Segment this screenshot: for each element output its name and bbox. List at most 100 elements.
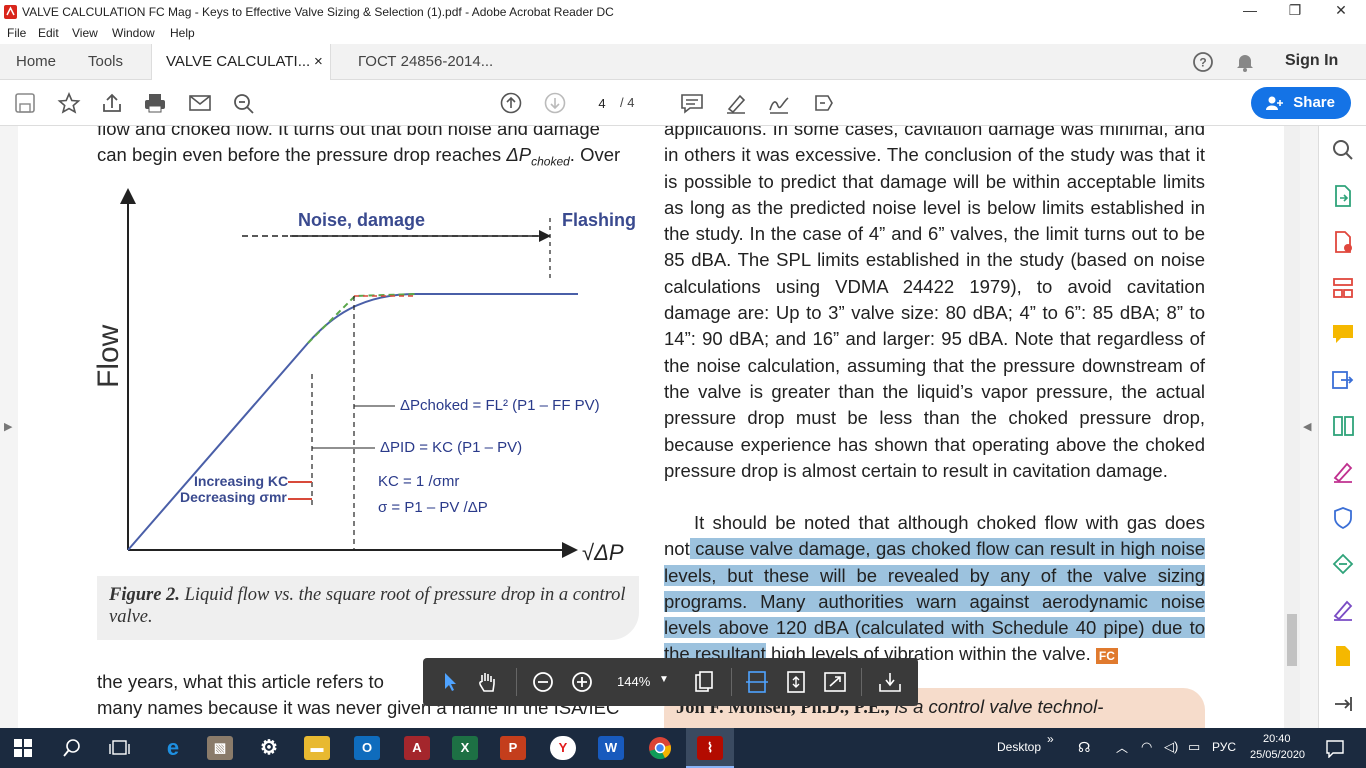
acrobat-taskbar-button[interactable]: ⌇ [686, 728, 734, 768]
share-label: Share [1293, 94, 1335, 111]
email-icon[interactable] [188, 92, 212, 114]
tab-label: VALVE CALCULATI... [166, 53, 311, 70]
show-hidden-icons-icon[interactable]: ︿ [1116, 739, 1128, 756]
page-total: / 4 [620, 95, 635, 110]
pdf-page[interactable]: flow and choked flow. It turns out that … [18, 126, 1284, 728]
page-display-icon[interactable] [691, 670, 717, 694]
next-page-icon[interactable] [543, 92, 567, 114]
upload-icon[interactable] [100, 92, 124, 114]
save-icon[interactable] [13, 92, 37, 114]
create-pdf-icon[interactable] [1331, 230, 1355, 254]
more-tools-icon[interactable] [1331, 644, 1355, 668]
bookmark-star-icon[interactable] [57, 92, 81, 114]
eq-incipient: ΔPID = KC (P1 – PV) [380, 439, 522, 456]
tab-valve-calculation[interactable]: VALVE CALCULATI... × [151, 44, 331, 81]
acrobat-taskbar-icon: ⌇ [697, 736, 723, 760]
zoom-in-icon[interactable] [569, 670, 595, 694]
photos-app-icon[interactable]: ▧ [207, 736, 233, 760]
search-icon[interactable] [62, 738, 82, 758]
comment-tool-icon[interactable] [1331, 322, 1355, 346]
tools-pane [1318, 126, 1366, 728]
zoom-tool-icon[interactable] [1331, 138, 1355, 162]
highlight-pen-icon[interactable] [724, 92, 748, 114]
language-indicator[interactable]: РУС [1212, 740, 1236, 754]
send-for-review-icon[interactable] [1331, 552, 1355, 576]
organize-pages-icon[interactable] [1331, 276, 1355, 300]
share-button[interactable]: Share [1251, 87, 1351, 119]
scrollbar-thumb[interactable] [1287, 614, 1297, 666]
print-icon[interactable] [143, 92, 167, 114]
settings-gear-icon[interactable]: ⚙ [256, 736, 282, 760]
battery-icon[interactable]: ▭ [1188, 739, 1200, 755]
flow-curve [127, 293, 578, 551]
menu-edit[interactable]: Edit [38, 26, 59, 40]
help-icon[interactable]: ? [1192, 51, 1214, 73]
comment-icon[interactable] [680, 92, 704, 114]
tab-tools[interactable]: Tools [74, 44, 137, 80]
chrome-icon[interactable] [648, 736, 672, 760]
fit-width-icon[interactable] [744, 670, 770, 694]
search-zoom-icon[interactable] [232, 92, 256, 114]
minimize-button[interactable]: — [1240, 2, 1260, 18]
full-screen-icon[interactable] [822, 670, 848, 694]
close-window-button[interactable]: ✕ [1331, 2, 1351, 19]
tab-gost[interactable]: ГОСТ 24856-2014... [344, 44, 507, 80]
combine-files-icon[interactable] [1331, 368, 1355, 392]
notifications-icon[interactable] [1325, 738, 1345, 758]
menu-file[interactable]: File [7, 26, 26, 40]
windows-start-icon[interactable] [14, 739, 32, 757]
flashing-label: Flashing [562, 210, 636, 230]
floating-toolbar: 144% ▼ [423, 658, 918, 706]
ideal-curve [307, 293, 417, 344]
compare-files-icon[interactable] [1331, 414, 1355, 438]
hand-tool-icon[interactable] [475, 670, 501, 694]
flow-figure: Flow √ΔP Noise, damage Flashing ΔPchoked… [92, 188, 636, 565]
task-view-icon[interactable] [108, 738, 130, 758]
collapse-pane-icon[interactable] [1331, 692, 1355, 716]
sign-in-link[interactable]: Sign In [1285, 52, 1338, 70]
outlook-icon[interactable]: O [354, 736, 380, 760]
powerpoint-icon[interactable]: P [500, 736, 526, 760]
previous-page-icon[interactable] [499, 92, 523, 114]
people-icon[interactable]: ☊ [1078, 739, 1090, 756]
zoom-dropdown-icon[interactable]: ▼ [659, 674, 669, 685]
restore-button[interactable]: ❐ [1285, 2, 1305, 19]
expand-chevron-icon[interactable]: » [1047, 732, 1054, 746]
sign-icon[interactable] [767, 92, 791, 114]
volume-icon[interactable]: ◁) [1164, 739, 1178, 755]
noise-damage-label: Noise, damage [298, 210, 425, 230]
zoom-level[interactable]: 144% [617, 674, 650, 689]
export-pdf-icon[interactable] [1331, 184, 1355, 208]
menu-window[interactable]: Window [112, 26, 155, 40]
tab-home[interactable]: Home [2, 44, 70, 80]
edge-icon[interactable]: e [160, 736, 186, 760]
fill-sign-icon[interactable] [812, 92, 836, 114]
eq-kc: KC = 1 /σmr [378, 473, 459, 490]
close-tab-button[interactable]: × [314, 44, 323, 80]
select-cursor-icon[interactable] [437, 670, 463, 694]
fill-sign-tool-icon[interactable] [1331, 460, 1355, 484]
bell-icon[interactable] [1235, 52, 1255, 72]
tools-tray-icon[interactable] [877, 670, 903, 694]
windows-taskbar: e ▧ ⚙ ▬ O A X P Y W ⌇ Desktop » ☊ ︿ ◠ ◁)… [0, 728, 1366, 768]
desktop-toolbar-label[interactable]: Desktop [997, 740, 1041, 754]
main-toolbar [0, 80, 1366, 126]
network-icon[interactable]: ◠ [1141, 739, 1152, 755]
access-icon[interactable]: A [404, 736, 430, 760]
zoom-out-icon[interactable] [530, 670, 556, 694]
menu-view[interactable]: View [72, 26, 98, 40]
left-panel-expand-icon[interactable]: ▶ [4, 420, 12, 433]
excel-icon[interactable]: X [452, 736, 478, 760]
fit-page-icon[interactable] [783, 670, 809, 694]
clock-date[interactable]: 25/05/2020 [1250, 749, 1305, 761]
sign-tool-icon[interactable] [1331, 598, 1355, 622]
right-panel-collapse-icon[interactable]: ◀ [1303, 420, 1311, 433]
menu-help[interactable]: Help [170, 26, 195, 40]
protect-icon[interactable] [1331, 506, 1355, 530]
word-icon[interactable]: W [598, 736, 624, 760]
page-number-input[interactable]: 4 [588, 92, 616, 114]
eq-choked: ΔPchoked = FL² (P1 – FF PV) [400, 397, 600, 414]
file-explorer-icon[interactable]: ▬ [304, 736, 330, 760]
clock-time[interactable]: 20:40 [1263, 733, 1291, 745]
yandex-browser-icon[interactable]: Y [550, 736, 576, 760]
